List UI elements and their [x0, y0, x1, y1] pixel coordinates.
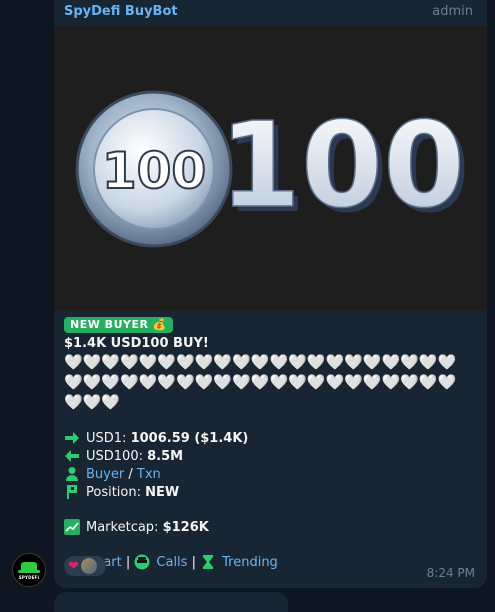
- buyer-row: Buyer / Txn: [64, 465, 479, 483]
- heart-icon: ❤: [68, 558, 79, 574]
- message-body: NEW BUYER 💰 $1.4K USD100 BUY! 🤍🤍🤍🤍🤍🤍🤍🤍🤍🤍…: [64, 316, 479, 571]
- big-text: 100: [219, 96, 465, 234]
- position-row: Position: NEW: [64, 483, 479, 501]
- sender-name[interactable]: SpyDefi BuyBot: [64, 4, 178, 19]
- marketcap-label: Marketcap:: [86, 519, 159, 535]
- chart-up-icon: [64, 519, 80, 535]
- message-header: SpyDefi BuyBot admin: [64, 4, 473, 22]
- admin-tag: admin: [432, 4, 473, 19]
- buy-headline: $1.4K USD100 BUY!: [64, 336, 209, 351]
- links-row: Chart | Calls | Trending: [64, 553, 479, 571]
- usd100-logo-image: 100 100 100: [54, 26, 487, 311]
- usd1-row: USD1: 1006.59 ($1.4K): [64, 429, 479, 447]
- usd100-value: 8.5M: [147, 448, 184, 464]
- reactor-avatar: [80, 558, 97, 574]
- usd100-label: USD100:: [86, 448, 143, 464]
- usd1-value: 1006.59 ($1.4K): [130, 430, 249, 446]
- marketcap-value: $126K: [162, 519, 209, 535]
- spy-hat-brim-icon: [18, 570, 40, 573]
- trending-link[interactable]: Trending: [222, 554, 278, 571]
- txn-link[interactable]: Txn: [137, 466, 161, 483]
- marketcap-row: Marketcap: $126K: [64, 518, 479, 536]
- hearts-row: 🤍🤍🤍🤍🤍🤍🤍🤍🤍🤍🤍🤍🤍🤍🤍🤍🤍🤍🤍🤍🤍🤍🤍🤍🤍🤍🤍🤍🤍🤍🤍🤍🤍🤍🤍🤍🤍🤍🤍🤍…: [64, 353, 457, 411]
- usd1-label: USD1:: [86, 430, 127, 446]
- spy-hat-icon: [21, 562, 37, 570]
- coin-text: 100: [102, 142, 206, 200]
- spy-icon: [134, 554, 150, 570]
- calls-link[interactable]: Calls: [156, 554, 187, 571]
- new-buyer-badge: NEW BUYER 💰: [64, 317, 173, 333]
- message-image[interactable]: 100 100 100: [54, 26, 487, 311]
- hourglass-icon: [203, 555, 214, 569]
- arrow-left-icon: [65, 450, 79, 462]
- message-bubble: SpyDefi BuyBot admin 100 100 100 NEW BUY…: [54, 0, 487, 588]
- buyer-link[interactable]: Buyer: [86, 466, 124, 483]
- flag-icon: [67, 485, 77, 499]
- next-message-bubble: [54, 592, 288, 612]
- slash-separator: /: [128, 466, 133, 482]
- user-icon: [66, 467, 78, 481]
- reaction-chip[interactable]: ❤: [64, 556, 106, 576]
- bot-avatar[interactable]: SPYDEFI: [12, 553, 46, 587]
- position-label: Position:: [86, 484, 141, 500]
- message-time: 8:24 PM: [426, 566, 475, 580]
- arrow-right-icon: [65, 432, 79, 444]
- position-value: NEW: [145, 484, 180, 500]
- avatar-label: SPYDEFI: [18, 575, 40, 580]
- usd100-row: USD100: 8.5M: [64, 447, 479, 465]
- chat-gutter: [0, 0, 52, 602]
- pipe-separator-2: |: [191, 554, 196, 570]
- pipe-separator: |: [125, 554, 131, 570]
